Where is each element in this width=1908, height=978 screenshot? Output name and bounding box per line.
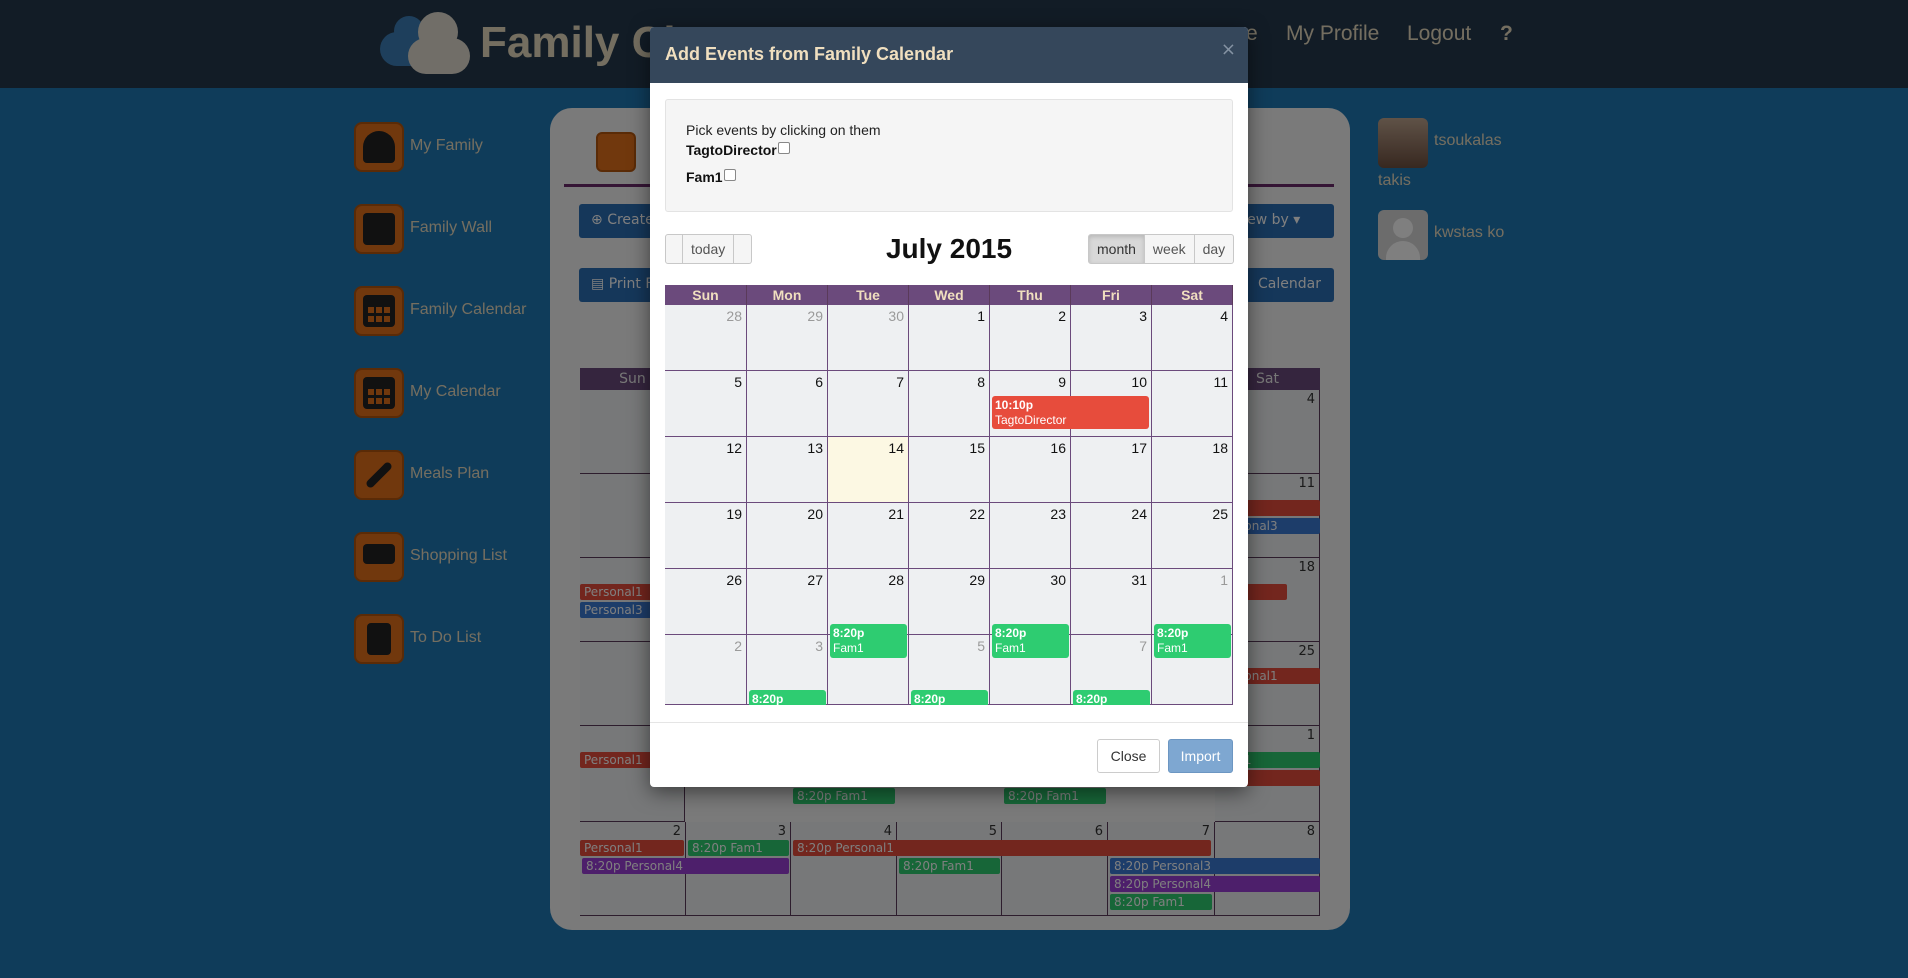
day-cell[interactable]: 24 (1071, 503, 1152, 569)
day-cell[interactable]: 13 (747, 437, 828, 503)
view-day-button[interactable]: day (1194, 234, 1235, 264)
day-cell[interactable]: 5 (665, 371, 747, 437)
close-icon[interactable]: × (1221, 39, 1236, 60)
day-cell[interactable]: 18 (1152, 437, 1233, 503)
event-title: TagtoDirector (995, 413, 1067, 427)
event-title: Fam1 (833, 641, 864, 655)
day-cell[interactable]: 3 (1071, 305, 1152, 371)
modal-footer-divider (650, 722, 1248, 723)
day-cell[interactable]: 21 (828, 503, 909, 569)
day-cell[interactable]: 20 (747, 503, 828, 569)
day-cell[interactable]: 29 (909, 569, 990, 635)
next-month-button[interactable] (734, 234, 753, 264)
day-cell[interactable]: 8 (909, 371, 990, 437)
source-tagtodirector[interactable]: TagtoDirector (686, 142, 790, 158)
event-time: 8:20p (752, 692, 784, 705)
source-label: Fam1 (686, 169, 723, 185)
event-time: 8:20p (914, 692, 946, 705)
day-cell[interactable]: 1 (909, 305, 990, 371)
event-time: 8:20p (995, 626, 1027, 640)
day-cell[interactable]: 25 (1152, 503, 1233, 569)
month-grid: Sun Mon Tue Wed Thu Fri Sat 28 29 30 1 2… (665, 285, 1233, 705)
import-button[interactable]: Import (1168, 739, 1233, 773)
day-cell[interactable]: 26 (665, 569, 747, 635)
view-week-button[interactable]: week (1144, 234, 1195, 264)
day-cell[interactable]: 2 (990, 305, 1071, 371)
modal-title: Add Events from Family Calendar (665, 44, 954, 64)
source-fam1[interactable]: Fam1 (686, 169, 736, 185)
day-cell[interactable]: 23 (990, 503, 1071, 569)
event-fam1[interactable]: 8:20p Fam1 (1154, 624, 1231, 658)
event-time: 8:20p (1157, 626, 1189, 640)
today-button[interactable]: today (683, 234, 735, 264)
day-cell[interactable]: 16 (990, 437, 1071, 503)
event-title: Fam1 (1157, 641, 1188, 655)
event-source-picker: Pick events by clicking on them TagtoDir… (665, 99, 1233, 212)
event-fam1[interactable]: 8:20p Fam1 (911, 690, 988, 705)
day-cell[interactable]: 11 (1152, 371, 1233, 437)
day-cell[interactable]: 7 (828, 371, 909, 437)
modal-header: Add Events from Family Calendar × (650, 27, 1248, 83)
day-cell[interactable]: 6 (747, 371, 828, 437)
event-fam1[interactable]: 8:20p Fam1 (1073, 690, 1150, 705)
day-cell[interactable]: 22 (909, 503, 990, 569)
add-events-modal: Add Events from Family Calendar × Pick e… (650, 27, 1248, 787)
day-cell[interactable]: 30 (828, 305, 909, 371)
nav-button-group: today (665, 234, 753, 264)
event-time: 8:20p (1076, 692, 1108, 705)
dow-header: Sat (1152, 285, 1233, 305)
day-cell[interactable]: 29 (747, 305, 828, 371)
day-cell[interactable]: 28 (665, 305, 747, 371)
source-checkbox[interactable] (723, 169, 736, 181)
day-cell[interactable]: 27 (747, 569, 828, 635)
source-label: TagtoDirector (686, 142, 777, 158)
day-cell[interactable]: 2 (665, 635, 747, 705)
event-fam1[interactable]: 8:20p Fam1 (992, 624, 1069, 658)
event-time: 8:20p (833, 626, 865, 640)
day-cell[interactable]: 15 (909, 437, 990, 503)
day-cell[interactable]: 19 (665, 503, 747, 569)
day-cell[interactable]: 31 (1071, 569, 1152, 635)
event-time: 10:10p (995, 398, 1034, 412)
dow-header: Tue (828, 285, 909, 305)
dow-header: Fri (1071, 285, 1152, 305)
view-button-group: month week day (1088, 234, 1235, 264)
prev-month-button[interactable] (665, 234, 683, 264)
calendar-toolbar: July 2015 today month week day (665, 234, 1235, 264)
dow-header: Thu (990, 285, 1071, 305)
event-fam1[interactable]: 8:20p Fam1 (830, 624, 907, 658)
event-tagtodirector[interactable]: 10:10p TagtoDirector (992, 396, 1149, 429)
dow-header: Wed (909, 285, 990, 305)
close-button[interactable]: Close (1097, 739, 1160, 773)
day-cell[interactable]: 12 (665, 437, 747, 503)
dow-header: Sun (665, 285, 747, 305)
day-cell[interactable]: 17 (1071, 437, 1152, 503)
dow-header: Mon (747, 285, 828, 305)
day-cell[interactable]: 4 (1152, 305, 1233, 371)
event-title: Fam1 (995, 641, 1026, 655)
source-checkbox[interactable] (777, 142, 790, 154)
event-fam1[interactable]: 8:20p Fam1 (749, 690, 826, 705)
view-month-button[interactable]: month (1088, 234, 1145, 264)
day-cell-today[interactable]: 14 (828, 437, 909, 503)
pick-hint: Pick events by clicking on them (686, 122, 881, 138)
